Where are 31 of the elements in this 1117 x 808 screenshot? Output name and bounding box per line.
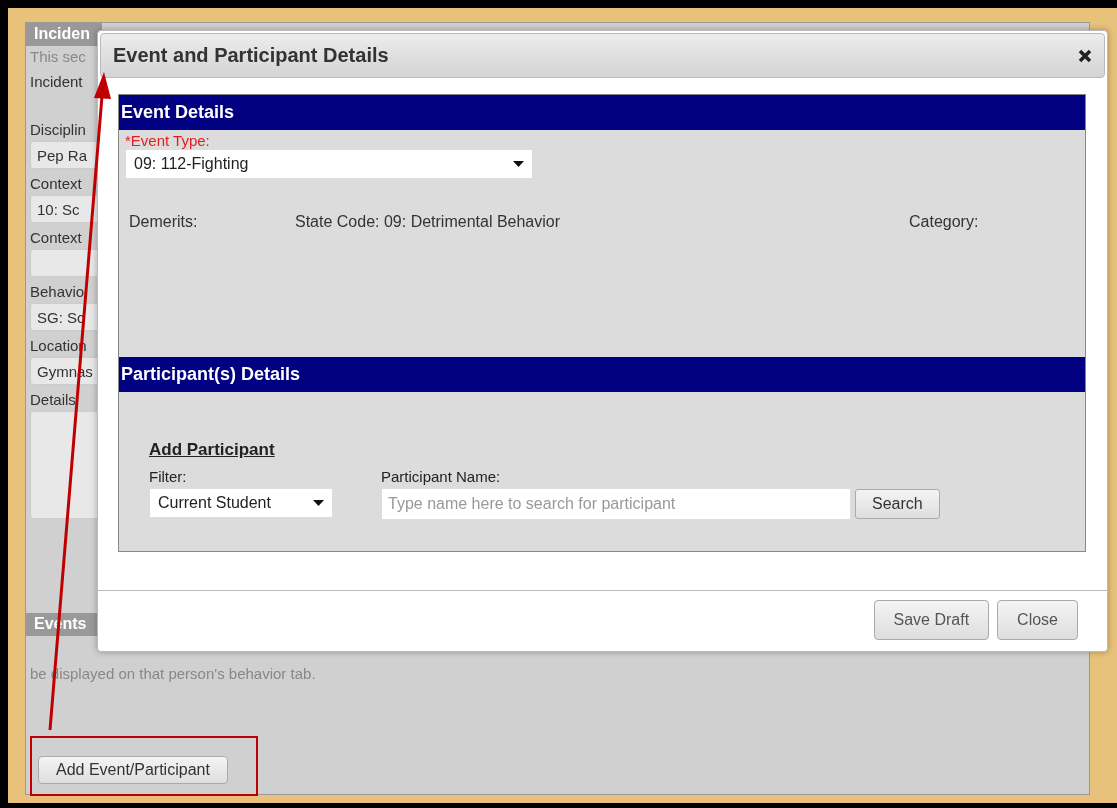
caret-icon xyxy=(513,161,524,167)
select-field[interactable]: 10: Sc xyxy=(30,195,100,223)
field-label: Details xyxy=(29,390,77,410)
section-description: This sec xyxy=(29,47,87,67)
field-label: Participant Name: xyxy=(381,468,502,485)
name-input[interactable]: Type name here to search for participant xyxy=(381,488,851,520)
caret-icon xyxy=(313,500,324,506)
field-label: Filter: xyxy=(149,468,188,485)
field-label: *Event Type: xyxy=(125,132,211,149)
section-header: Participant(s) Details xyxy=(119,357,1085,392)
dialog-title: Event and Participant Details xyxy=(113,44,389,67)
close-icon xyxy=(1078,48,1092,63)
section-header: Event Details xyxy=(119,95,1085,130)
search-button[interactable]: Search xyxy=(855,489,940,519)
select-field[interactable]: Pep Ra xyxy=(30,141,100,169)
select-field[interactable]: Current Student xyxy=(149,488,333,518)
select-field[interactable]: 09: 112-Fighting xyxy=(125,149,533,179)
add-event-button[interactable]: Add Event/Participant xyxy=(38,756,228,784)
select-field[interactable] xyxy=(30,249,100,277)
field-label: Incident xyxy=(29,72,84,92)
field-label: Behavio xyxy=(29,282,86,302)
field-label: Context xyxy=(29,228,83,248)
section-header: Inciden xyxy=(26,23,102,46)
close-button[interactable]: Close xyxy=(997,600,1078,640)
info-text: Demerits: xyxy=(129,213,199,231)
info-text: State Code: 09: Detrimental Behavior xyxy=(295,213,562,231)
subheading: Add Participant xyxy=(149,440,276,460)
save-draft-button[interactable]: Save Draft xyxy=(873,600,990,640)
info-text: Category: xyxy=(909,213,980,231)
field-label: Disciplin xyxy=(29,120,87,140)
field-label: Context xyxy=(29,174,83,194)
